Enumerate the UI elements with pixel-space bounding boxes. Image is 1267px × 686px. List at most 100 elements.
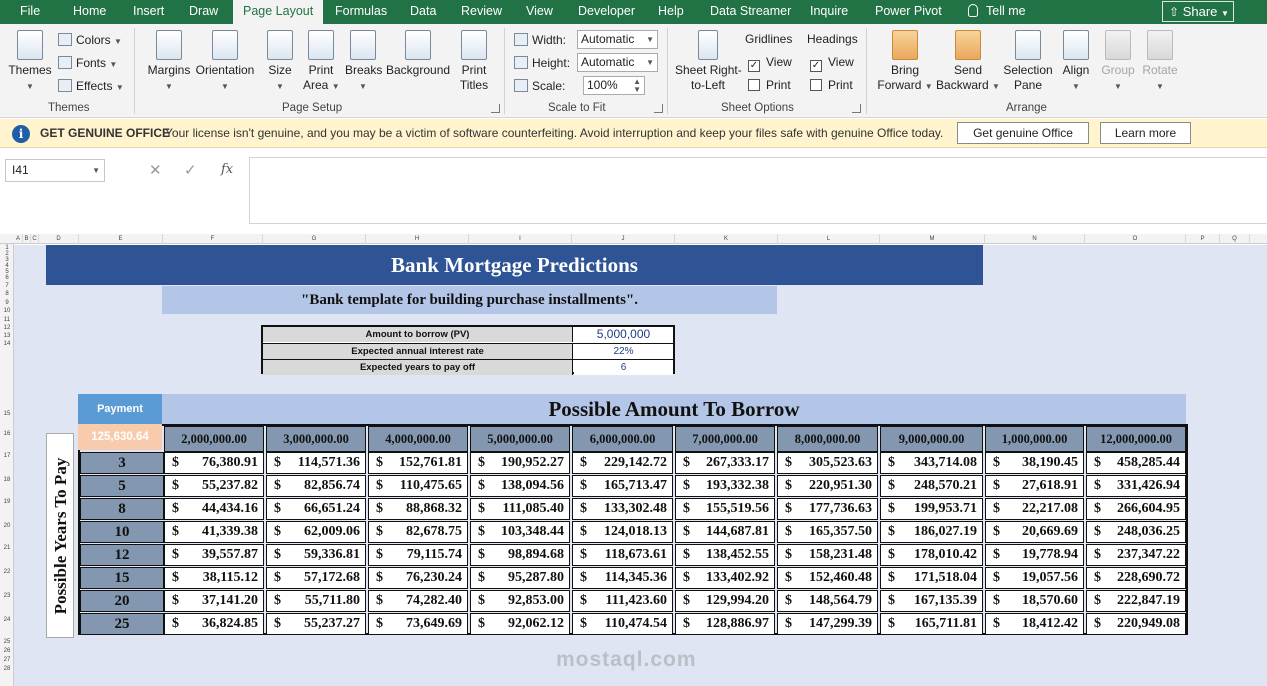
selection-pane-button[interactable]: Selection Pane <box>1002 30 1054 93</box>
formula-input[interactable] <box>249 157 1267 224</box>
payment-cell[interactable]: $92,853.00 <box>470 590 570 612</box>
amount-column-header[interactable]: 4,000,000.00 <box>368 426 468 452</box>
payment-cell[interactable]: $95,287.80 <box>470 567 570 589</box>
years-row-header[interactable]: 25 <box>80 613 164 635</box>
payment-cell[interactable]: $152,460.48 <box>777 567 878 589</box>
payment-cell[interactable]: $138,452.55 <box>675 544 775 566</box>
column-header[interactable]: J <box>572 234 675 244</box>
payment-cell[interactable]: $222,847.19 <box>1086 590 1186 612</box>
breaks-button[interactable]: Breaks ▼ <box>345 30 382 94</box>
row-header[interactable]: 10 <box>0 307 14 316</box>
payment-cell[interactable]: $88,868.32 <box>368 498 468 520</box>
enter-icon[interactable]: ✓ <box>184 161 197 179</box>
payment-cell[interactable]: $144,687.81 <box>675 521 775 543</box>
amount-column-header[interactable]: 3,000,000.00 <box>266 426 366 452</box>
tab-help[interactable]: Help <box>658 0 684 24</box>
payment-cell[interactable]: $167,135.39 <box>880 590 983 612</box>
input-value-years[interactable]: 6 <box>574 360 673 375</box>
learn-more-button[interactable]: Learn more <box>1100 122 1191 144</box>
years-row-header[interactable]: 8 <box>80 498 164 520</box>
column-header[interactable]: B <box>23 234 31 244</box>
name-box[interactable]: I41 ▼ <box>5 159 105 182</box>
payment-cell[interactable]: $76,380.91 <box>164 452 264 474</box>
payment-cell[interactable]: $73,649.69 <box>368 613 468 635</box>
payment-cell[interactable]: $124,018.13 <box>572 521 673 543</box>
column-header[interactable]: C <box>31 234 39 244</box>
payment-cell[interactable]: $98,894.68 <box>470 544 570 566</box>
print-titles-button[interactable]: Print Titles <box>457 30 491 93</box>
fonts-button[interactable]: Fonts ▼ <box>58 56 117 70</box>
payment-cell[interactable]: $92,062.12 <box>470 613 570 635</box>
payment-cell[interactable]: $133,402.92 <box>675 567 775 589</box>
years-row-header[interactable]: 20 <box>80 590 164 612</box>
input-value-rate[interactable]: 22% <box>574 344 673 359</box>
row-header[interactable]: 24 <box>0 616 14 625</box>
payment-cell[interactable]: $74,282.40 <box>368 590 468 612</box>
row-header[interactable]: 19 <box>0 498 14 507</box>
payment-cell[interactable]: $110,475.65 <box>368 475 468 497</box>
tell-me-search[interactable]: Tell me <box>968 0 1026 24</box>
tab-inquire[interactable]: Inquire <box>810 0 848 24</box>
scale-spinner[interactable]: 100% ▲ ▼ <box>583 76 645 95</box>
column-header[interactable]: L <box>778 234 880 244</box>
tab-power-pivot[interactable]: Power Pivot <box>875 0 942 24</box>
payment-cell[interactable]: $186,027.19 <box>880 521 983 543</box>
amount-column-header[interactable]: 8,000,000.00 <box>777 426 878 452</box>
years-row-header[interactable]: 12 <box>80 544 164 566</box>
payment-cell[interactable]: $165,357.50 <box>777 521 878 543</box>
payment-cell[interactable]: $20,669.69 <box>985 521 1084 543</box>
payment-cell[interactable]: $266,604.95 <box>1086 498 1186 520</box>
row-header[interactable]: 20 <box>0 522 14 531</box>
payment-cell[interactable]: $133,302.48 <box>572 498 673 520</box>
payment-cell[interactable]: $118,673.61 <box>572 544 673 566</box>
background-button[interactable]: Background <box>386 30 450 78</box>
payment-cell[interactable]: $165,711.81 <box>880 613 983 635</box>
payment-cell[interactable]: $103,348.44 <box>470 521 570 543</box>
send-backward-button[interactable]: Send Backward ▼ <box>936 30 1000 94</box>
tab-data-streamer[interactable]: Data Streamer <box>710 0 791 24</box>
group-objects-button[interactable]: Group ▼ <box>1099 30 1137 94</box>
payment-cell[interactable]: $110,474.54 <box>572 613 673 635</box>
payment-cell[interactable]: $55,237.27 <box>266 613 366 635</box>
years-row-header[interactable]: 5 <box>80 475 164 497</box>
amount-column-header[interactable]: 12,000,000.00 <box>1086 426 1186 452</box>
tab-formulas[interactable]: Formulas <box>335 0 387 24</box>
payment-cell[interactable]: $220,949.08 <box>1086 613 1186 635</box>
scale-launcher-icon[interactable] <box>654 104 663 113</box>
row-header[interactable]: 16 <box>0 430 14 439</box>
payment-cell[interactable]: $190,952.27 <box>470 452 570 474</box>
years-row-header[interactable]: 10 <box>80 521 164 543</box>
tab-home[interactable]: Home <box>73 0 106 24</box>
row-header[interactable]: 8 <box>0 290 14 299</box>
payment-cell[interactable]: $55,711.80 <box>266 590 366 612</box>
payment-cell[interactable]: $158,231.48 <box>777 544 878 566</box>
tab-review[interactable]: Review <box>461 0 502 24</box>
payment-cell[interactable]: $129,994.20 <box>675 590 775 612</box>
sheet-right-to-left-button[interactable]: Sheet Right-to-Left <box>675 30 742 93</box>
column-header[interactable]: D <box>39 234 79 244</box>
payment-cell[interactable]: $76,230.24 <box>368 567 468 589</box>
row-header[interactable]: 21 <box>0 544 14 553</box>
column-header[interactable]: N <box>985 234 1085 244</box>
tab-developer[interactable]: Developer <box>578 0 635 24</box>
column-header[interactable]: I <box>469 234 572 244</box>
payment-cell[interactable]: $199,953.71 <box>880 498 983 520</box>
effects-button[interactable]: Effects ▼ <box>58 79 124 93</box>
row-header[interactable]: 27 <box>0 656 14 665</box>
payment-cell[interactable]: $220,951.30 <box>777 475 878 497</box>
payment-cell[interactable]: $138,094.56 <box>470 475 570 497</box>
row-header[interactable]: 15 <box>0 410 14 419</box>
column-header[interactable]: P <box>1186 234 1220 244</box>
payment-cell[interactable]: $111,423.60 <box>572 590 673 612</box>
bring-forward-button[interactable]: Bring Forward ▼ <box>874 30 936 94</box>
size-button[interactable]: Size ▼ <box>266 30 294 94</box>
payment-cell[interactable]: $22,217.08 <box>985 498 1084 520</box>
themes-button[interactable]: Themes ▼ <box>8 30 52 94</box>
payment-cell[interactable]: $111,085.40 <box>470 498 570 520</box>
payment-cell[interactable]: $82,856.74 <box>266 475 366 497</box>
headings-view-checkbox[interactable]: ✓ View <box>810 55 854 72</box>
tab-view[interactable]: View <box>526 0 553 24</box>
print-area-button[interactable]: Print Area ▼ <box>303 30 340 94</box>
payment-cell[interactable]: $18,412.42 <box>985 613 1084 635</box>
amount-column-header[interactable]: 7,000,000.00 <box>675 426 775 452</box>
